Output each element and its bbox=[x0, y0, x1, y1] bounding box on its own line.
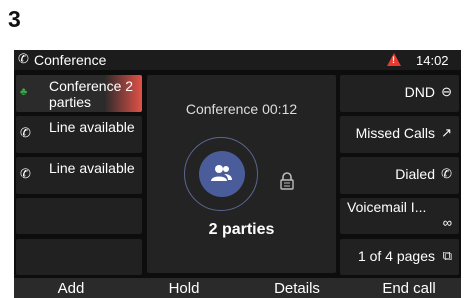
step-number: 3 bbox=[8, 6, 21, 32]
softkey-bar: Add Hold Details End call bbox=[14, 278, 461, 298]
security-icon bbox=[280, 172, 294, 190]
line-key-label: Line available bbox=[49, 160, 135, 176]
voicemail-key[interactable]: Voicemail I... ∞ bbox=[340, 198, 459, 234]
party-count: 2 parties bbox=[208, 221, 275, 238]
dialed-icon: ✆ bbox=[441, 166, 452, 181]
conference-icon: ♣ bbox=[20, 86, 28, 98]
line-key-label: Line available bbox=[49, 119, 135, 135]
phone-icon: ✆ bbox=[20, 125, 31, 140]
voicemail-label: Voicemail I... bbox=[347, 199, 427, 215]
warning-icon: ! bbox=[387, 53, 401, 66]
line-key-line-2[interactable]: ✆ Line available bbox=[16, 157, 142, 194]
missed-calls-icon: ↗ bbox=[441, 125, 452, 140]
phone-icon: ✆ bbox=[18, 51, 29, 66]
avatar bbox=[199, 151, 245, 197]
line-key-conference[interactable]: ♣ Conference 2 parties bbox=[16, 75, 142, 112]
missed-calls-key[interactable]: Missed Calls ↗ bbox=[340, 116, 459, 153]
dialed-key[interactable]: Dialed ✆ bbox=[340, 157, 459, 194]
clock: 14:02 bbox=[416, 53, 449, 68]
line-key-label: Conference 2 parties bbox=[49, 78, 134, 110]
dnd-icon: ⊖ bbox=[441, 84, 452, 99]
phone-icon: ✆ bbox=[20, 166, 31, 181]
call-title: Conference 00:12 bbox=[185, 101, 298, 117]
details-softkey[interactable]: Details bbox=[247, 280, 347, 297]
pages-icon: ⧉ bbox=[442, 248, 452, 263]
page-indicator: 1 of 4 pages bbox=[357, 248, 435, 264]
dnd-label: DND bbox=[404, 84, 435, 100]
people-icon bbox=[211, 165, 232, 181]
hold-softkey[interactable]: Hold bbox=[134, 280, 234, 297]
dialed-label: Dialed bbox=[395, 166, 435, 182]
status-bar: ✆ Conference ! 14:02 bbox=[14, 50, 461, 70]
missed-calls-label: Missed Calls bbox=[355, 125, 435, 141]
line-key-line-1[interactable]: ✆ Line available bbox=[16, 116, 142, 153]
phone-screen: ✆ Conference ! 14:02 ♣ Conference 2 part… bbox=[14, 50, 461, 298]
call-panel: Conference 00:12 2 parties bbox=[147, 75, 336, 273]
line-key-empty-2[interactable] bbox=[16, 239, 142, 275]
line-key-empty-1[interactable] bbox=[16, 198, 142, 234]
page-indicator-key[interactable]: 1 of 4 pages ⧉ bbox=[340, 239, 459, 275]
add-softkey[interactable]: Add bbox=[21, 280, 121, 297]
end-call-softkey[interactable]: End call bbox=[359, 280, 459, 297]
dnd-key[interactable]: DND ⊖ bbox=[340, 75, 459, 112]
status-title: Conference bbox=[34, 52, 107, 68]
voicemail-icon: ∞ bbox=[442, 215, 452, 230]
